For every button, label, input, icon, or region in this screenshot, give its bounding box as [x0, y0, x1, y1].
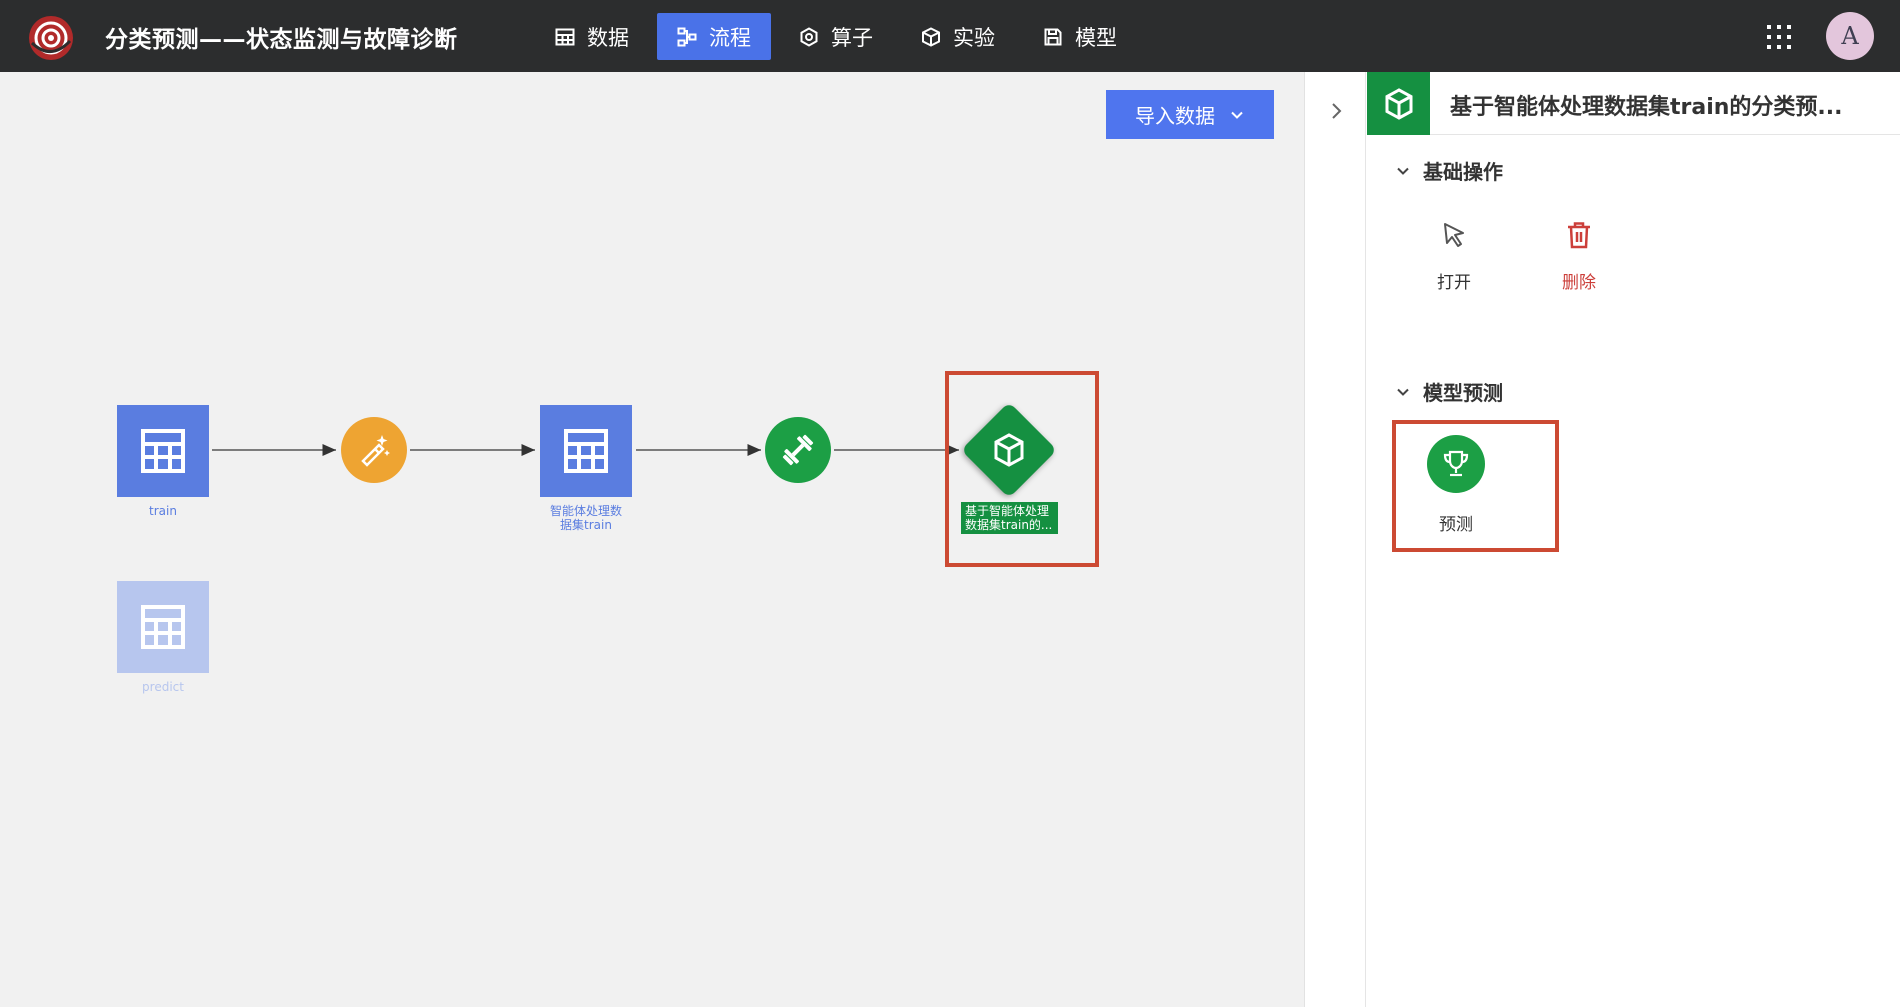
apps-grid-icon[interactable]	[1764, 22, 1794, 52]
panel-collapse-column	[1305, 72, 1366, 1007]
chevron-down-icon	[1397, 167, 1409, 175]
trash-icon	[1568, 222, 1590, 249]
nav-item-label: 流程	[709, 25, 751, 50]
nav-item-operator[interactable]: 算子	[779, 13, 893, 60]
open-button[interactable]: 打开	[1419, 220, 1489, 293]
node-train-op[interactable]	[765, 417, 831, 483]
section-basic-ops[interactable]: 基础操作	[1395, 156, 1503, 185]
nav-item-label: 实验	[953, 25, 995, 50]
cursor-pointer-icon	[1444, 223, 1464, 247]
predict-button[interactable]: 预测	[1392, 420, 1559, 552]
flow-canvas[interactable]: 导入数据 train 智能体处理数 据集train 基于智能体处理 数据集tra…	[0, 72, 1304, 1007]
main-nav: 数据 流程 算子 实验 模型	[535, 13, 1145, 60]
app-title: 分类预测——状态监测与故障诊断	[105, 27, 458, 53]
predict-circle	[1427, 435, 1485, 493]
node-processed-dataset[interactable]	[540, 405, 632, 497]
flow-edges	[212, 444, 959, 456]
section-model-predict-label: 模型预测	[1423, 381, 1503, 405]
panel-header-icon	[1367, 72, 1430, 135]
delete-button[interactable]: 删除	[1544, 220, 1614, 293]
node-predict[interactable]	[117, 581, 209, 673]
nav-item-model[interactable]: 模型	[1023, 13, 1137, 60]
nav-item-label: 模型	[1075, 25, 1117, 50]
trophy-icon	[1443, 450, 1469, 477]
chevron-down-icon	[1397, 388, 1409, 396]
save-icon	[1044, 28, 1062, 45]
user-avatar[interactable]: A	[1826, 12, 1874, 60]
nav-item-data[interactable]: 数据	[535, 13, 649, 60]
cube-icon	[922, 26, 940, 47]
table-icon	[564, 429, 608, 473]
node-predict-label: predict	[142, 680, 184, 694]
predict-label: 预测	[1439, 515, 1473, 535]
node-model-label: 基于智能体处理 数据集train的...	[961, 502, 1058, 534]
panel-header: 基于智能体处理数据集train的分类预...	[1367, 72, 1900, 135]
table-icon	[555, 28, 575, 45]
delete-label: 删除	[1562, 273, 1596, 293]
node-preprocess[interactable]	[341, 417, 407, 483]
node-train-label: train	[149, 504, 177, 518]
flow-icon	[677, 27, 697, 46]
top-bar: 分类预测——状态监测与故障诊断 数据 流程 算子 实验 模型 A	[0, 0, 1900, 72]
node-detail-panel: 基于智能体处理数据集train的分类预... 基础操作 打开 删除 模型预测 预…	[1304, 72, 1900, 1007]
table-icon	[141, 605, 185, 649]
section-model-predict[interactable]: 模型预测	[1395, 377, 1503, 406]
panel-title: 基于智能体处理数据集train的分类预...	[1450, 95, 1843, 120]
nav-item-experiment[interactable]: 实验	[901, 13, 1015, 60]
nav-item-label: 算子	[831, 25, 873, 50]
nav-item-label: 数据	[587, 25, 629, 50]
app-logo-icon[interactable]	[26, 13, 76, 63]
cube-icon	[1385, 87, 1412, 120]
chevron-right-icon[interactable]	[1325, 100, 1347, 122]
cube-icon	[994, 433, 1024, 467]
magic-wand-icon	[361, 435, 390, 467]
node-train[interactable]	[117, 405, 209, 497]
dumbbell-icon	[782, 434, 814, 466]
table-icon	[141, 429, 185, 473]
section-basic-ops-label: 基础操作	[1423, 160, 1503, 184]
hexagon-icon	[800, 26, 818, 47]
open-label: 打开	[1437, 273, 1471, 293]
node-processed-dataset-label: 智能体处理数 据集train	[549, 504, 622, 532]
nav-item-flow[interactable]: 流程	[657, 13, 771, 60]
